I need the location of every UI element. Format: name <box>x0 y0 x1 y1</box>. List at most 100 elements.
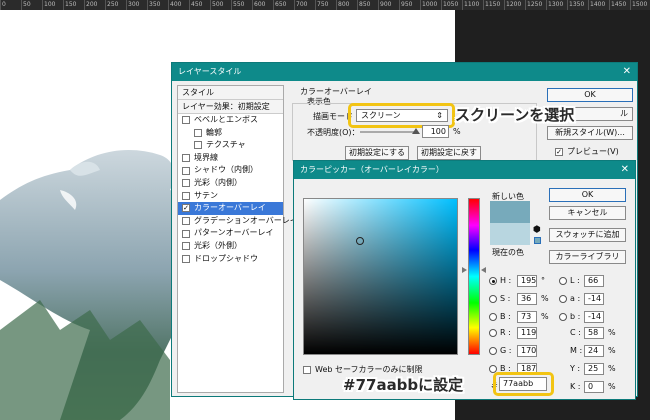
lab-input[interactable]: -14 <box>584 293 604 305</box>
preview-checkbox[interactable]: ✓ プレビュー(V) <box>555 146 619 157</box>
checkbox-icon[interactable] <box>182 217 190 226</box>
make-default-button[interactable]: 初期設定にする <box>345 146 409 160</box>
lab-input[interactable]: 66 <box>584 275 604 287</box>
lab-radio[interactable] <box>559 295 567 303</box>
rgb-input[interactable]: 119 <box>517 327 537 339</box>
ruler-tick: 50 <box>21 0 42 10</box>
ruler-tick: 450 <box>189 0 210 10</box>
checkbox-icon[interactable] <box>182 254 190 263</box>
opacity-label: 不透明度(O)： <box>307 128 360 137</box>
style-item[interactable]: 光彩（内側） <box>178 177 283 190</box>
style-item[interactable]: ベベルとエンボス <box>178 114 283 127</box>
picker-cancel-button[interactable]: キャンセル <box>549 206 626 220</box>
style-items: ベベルとエンボス輪郭テクスチャ境界線シャドウ（内側） 光彩（内側） サテン ✓ カラーオ… <box>178 114 298 266</box>
checkbox-icon[interactable] <box>182 242 190 251</box>
lab-input[interactable]: -14 <box>584 311 604 323</box>
color-field-marker[interactable] <box>355 237 364 246</box>
cube-icon[interactable]: ⬢ <box>533 225 541 235</box>
style-item[interactable]: 光彩（外側） <box>178 240 283 253</box>
checkbox-icon[interactable] <box>182 191 190 200</box>
add-to-swatch-button[interactable]: スウォッチに追加 <box>549 228 626 242</box>
effects-header[interactable]: レイヤー効果：初期設定 <box>178 100 283 114</box>
picker-ok-button[interactable]: OK <box>549 188 626 202</box>
lab-radio[interactable] <box>559 277 567 285</box>
style-item-label: 光彩（外側） <box>194 240 242 250</box>
callout-screen: スクリーンを選択 <box>455 106 575 124</box>
ruler-tick: 600 <box>252 0 273 10</box>
new-style-button[interactable]: 新規スタイル(W)... <box>547 126 633 140</box>
checkbox-checked-icon[interactable]: ✓ <box>182 204 190 213</box>
ruler-tick: 1100 <box>462 0 483 10</box>
cmyk-input[interactable]: 24 <box>584 345 604 357</box>
checkbox-icon[interactable] <box>182 179 190 188</box>
style-item[interactable]: パターンオーバーレイ <box>178 227 283 240</box>
opacity-slider-track[interactable] <box>360 131 416 133</box>
style-item[interactable]: ドロップシャドウ <box>178 253 283 266</box>
preview-label: プレビュー(V) <box>567 147 619 156</box>
color-field[interactable] <box>303 198 458 355</box>
rgb-radio[interactable] <box>489 347 497 355</box>
rgb-input[interactable]: 170 <box>517 345 537 357</box>
style-item[interactable]: サテン <box>178 190 283 203</box>
hsb-radio[interactable] <box>489 295 497 303</box>
style-item[interactable]: テクスチャ <box>178 139 283 152</box>
ruler-tick: 100 <box>42 0 63 10</box>
web-safe-swatch-icon[interactable] <box>534 237 541 244</box>
style-item[interactable]: 輪郭 <box>178 127 283 140</box>
lab-radio[interactable] <box>559 313 567 321</box>
hsb-radio[interactable] <box>489 277 497 285</box>
cmyk-input[interactable]: 0 <box>584 381 604 393</box>
hue-slider[interactable] <box>468 198 480 355</box>
style-item-label: 境界線 <box>194 152 218 162</box>
rgb-radio[interactable] <box>489 329 497 337</box>
callout-hex: #77aabbに設定 <box>343 376 464 394</box>
lab-label: b : <box>570 312 581 321</box>
ruler-tick: 700 <box>294 0 315 10</box>
ruler-tick: 1450 <box>609 0 630 10</box>
hsb-input[interactable]: 73 <box>517 311 537 323</box>
style-item[interactable]: ✓ カラーオーバーレイ <box>178 202 283 215</box>
checkbox-icon[interactable] <box>182 229 190 238</box>
hsb-unit: % <box>541 312 549 321</box>
hue-slider-left-arrow[interactable] <box>462 266 467 273</box>
ruler-tick: 650 <box>273 0 294 10</box>
checkbox-icon[interactable] <box>194 141 202 150</box>
hsb-input[interactable]: 195 <box>517 275 537 287</box>
style-item[interactable]: グラデーションオーバーレイ <box>178 215 298 228</box>
color-library-button[interactable]: カラーライブラリ <box>549 250 626 264</box>
opacity-slider-thumb[interactable] <box>412 128 420 134</box>
highlight-hex <box>493 372 554 396</box>
reset-default-button[interactable]: 初期設定に戻す <box>417 146 481 160</box>
style-item-label: 輪郭 <box>206 127 222 137</box>
checkbox-icon[interactable] <box>182 116 190 125</box>
style-item[interactable]: 境界線 <box>178 152 283 165</box>
cmyk-input[interactable]: 25 <box>584 363 604 375</box>
current-color-swatch[interactable] <box>490 223 530 245</box>
style-item-label: ベベルとエンボス <box>194 115 258 124</box>
ruler-tick: 500 <box>210 0 231 10</box>
checkbox-icon[interactable] <box>194 128 202 137</box>
ruler-tick: 1250 <box>525 0 546 10</box>
ruler-tick: 1350 <box>567 0 588 10</box>
hsb-input[interactable]: 36 <box>517 293 537 305</box>
lab-label: L : <box>570 276 580 285</box>
checkbox-icon[interactable] <box>182 154 190 163</box>
ruler-tick: 900 <box>378 0 399 10</box>
ruler-tick: 750 <box>315 0 336 10</box>
close-icon[interactable]: ✕ <box>621 161 629 179</box>
hue-slider-right-arrow[interactable] <box>481 266 486 273</box>
hsb-radio[interactable] <box>489 313 497 321</box>
checkbox-icon[interactable] <box>182 166 190 175</box>
ruler-tick: 150 <box>63 0 84 10</box>
ruler-tick: 1150 <box>483 0 504 10</box>
style-item-label: サテン <box>194 190 218 200</box>
opacity-input[interactable]: 100 <box>422 125 449 138</box>
close-icon[interactable]: ✕ <box>623 63 631 81</box>
style-item[interactable]: シャドウ（内側） <box>178 164 283 177</box>
style-item-label: テクスチャ <box>206 140 246 150</box>
cmyk-input[interactable]: 58 <box>584 327 604 339</box>
ruler-tick: 1500 <box>630 0 650 10</box>
ok-button[interactable]: OK <box>547 88 633 102</box>
style-item-label: ドロップシャドウ <box>194 253 258 263</box>
style-item-label: シャドウ（内側） <box>194 165 258 175</box>
